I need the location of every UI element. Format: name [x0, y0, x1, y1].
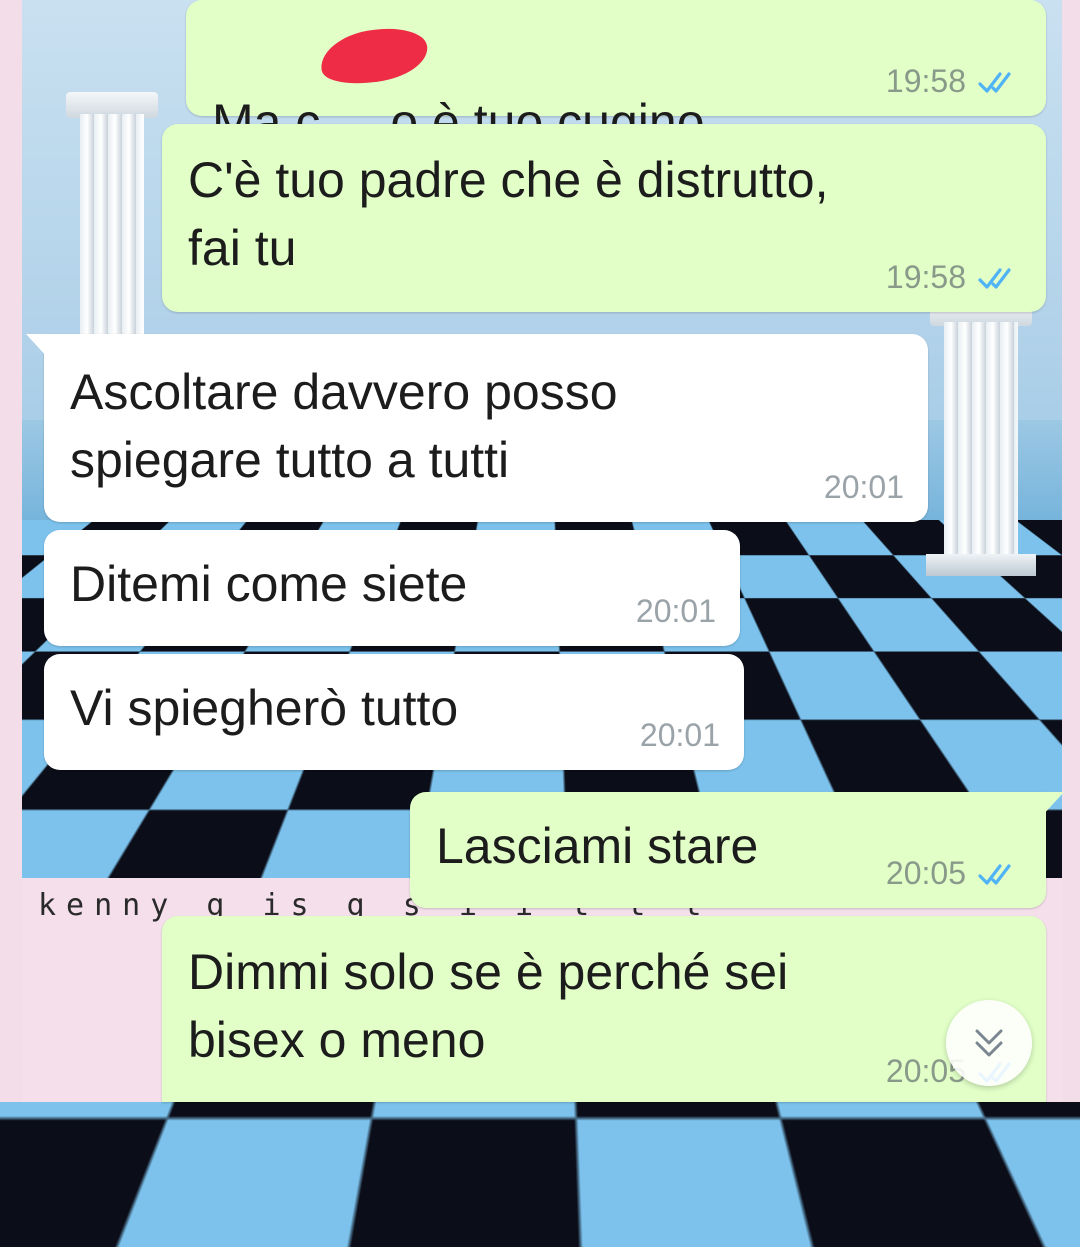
- message-meta: 19:58: [886, 259, 1022, 296]
- message-time: 20:05: [885, 855, 966, 891]
- message-text: Lasciami stare: [436, 818, 759, 874]
- read-ticks-icon: [978, 267, 1011, 289]
- message-bubble-incoming[interactable]: Ascoltare davvero posso spiegare tutto a…: [26, 334, 928, 522]
- message-time: 20:01: [823, 469, 904, 505]
- message-bubble-outgoing[interactable]: Lasciami stare 20:05: [410, 792, 1064, 908]
- message-time: 20:01: [639, 717, 720, 753]
- message-meta: 20:05: [886, 855, 1022, 892]
- message-meta: 19:58: [886, 63, 1022, 100]
- message-bubble-outgoing[interactable]: Dimmi solo se è perché sei bisex o meno …: [162, 916, 1046, 1102]
- message-text: C'è tuo padre che è distrutto, fai tu: [188, 152, 829, 276]
- message-bubble-incoming[interactable]: Vi spiegherò tutto 20:01: [44, 654, 744, 770]
- message-text: Dimmi solo se è perché sei bisex o meno: [188, 944, 789, 1068]
- read-ticks-icon: [978, 863, 1011, 885]
- message-time: 19:58: [885, 259, 966, 295]
- scroll-to-bottom-button[interactable]: [946, 1000, 1032, 1086]
- bubble-tail: [26, 334, 48, 358]
- bubble-tail: [1042, 792, 1064, 816]
- wallpaper-edge-left: [0, 0, 22, 1102]
- wallpaper-edge-right: [1062, 0, 1080, 1102]
- wallpaper-column-left: [66, 92, 158, 342]
- message-time: 19:58: [885, 63, 966, 99]
- message-bubble-outgoing[interactable]: C'è tuo padre che è distrutto, fai tu 19…: [162, 124, 1046, 312]
- message-text: Vi spiegherò tutto: [70, 680, 459, 736]
- read-ticks-icon: [978, 71, 1011, 93]
- message-meta: 20:01: [640, 717, 720, 754]
- message-text: Ditemi come siete: [70, 556, 468, 612]
- message-text: Ascoltare davvero posso spiegare tutto a…: [70, 364, 618, 488]
- message-bubble-incoming[interactable]: Ditemi come siete 20:01: [44, 530, 740, 646]
- message-time: 20:01: [635, 593, 716, 629]
- message-bubble-outgoing[interactable]: Ma co è tuo cugino 19:58: [186, 0, 1046, 150]
- message-meta: 20:01: [824, 469, 904, 506]
- message-meta: 20:01: [636, 593, 716, 630]
- double-chevron-down-icon: [975, 1029, 1003, 1057]
- wallpaper-column-right: [926, 300, 1036, 576]
